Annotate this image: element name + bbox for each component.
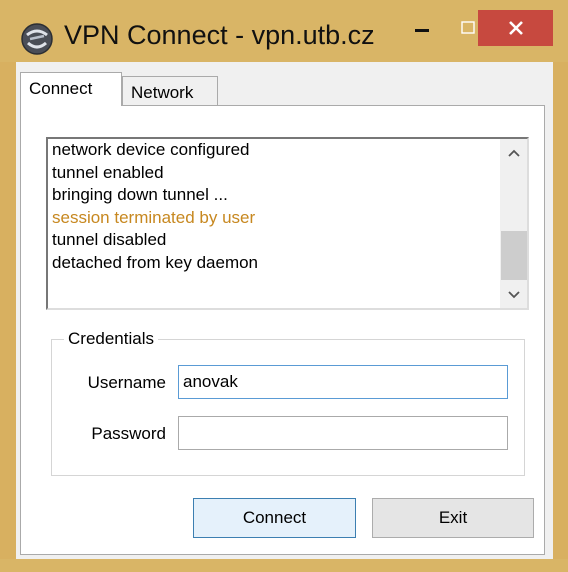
minimize-icon: [415, 29, 429, 32]
maximize-icon: [461, 21, 475, 34]
close-button[interactable]: [478, 10, 553, 46]
close-icon: [508, 21, 523, 35]
chevron-up-icon: [507, 149, 520, 157]
vpn-globe-icon: [20, 22, 54, 56]
exit-button[interactable]: Exit: [372, 498, 534, 538]
window-frame-bottom: [0, 559, 568, 572]
username-field[interactable]: [178, 365, 508, 399]
log-line-warning: session terminated by user: [52, 207, 256, 227]
scroll-down-button[interactable]: [500, 284, 527, 306]
minimize-button[interactable]: [400, 12, 444, 46]
client-area: Connect Network network device configure…: [16, 62, 553, 559]
credentials-group: [51, 339, 525, 476]
vpn-connect-window: VPN Connect - vpn.utb.cz Connect Network: [0, 0, 568, 572]
username-label: Username: [87, 373, 166, 392]
scrollbar-thumb[interactable]: [501, 231, 527, 280]
tab-connect-label: Connect: [29, 79, 93, 98]
password-field[interactable]: [178, 416, 508, 450]
tab-network-label: Network: [131, 83, 194, 102]
scroll-up-button[interactable]: [500, 142, 527, 164]
password-label: Password: [91, 424, 166, 443]
log-scrollbar[interactable]: [500, 139, 527, 308]
log-lines: network device configured tunnel enabled…: [52, 139, 497, 274]
connect-button[interactable]: Connect: [193, 498, 356, 538]
log-line: tunnel disabled: [52, 230, 167, 249]
title-bar[interactable]: VPN Connect - vpn.utb.cz: [0, 0, 568, 62]
tab-network[interactable]: Network: [122, 76, 218, 106]
log-line: network device configured: [52, 140, 250, 159]
log-line: detached from key daemon: [52, 252, 259, 272]
chevron-down-icon: [507, 291, 520, 299]
log-line: bringing down tunnel ...: [52, 185, 228, 204]
log-line: tunnel enabled: [52, 162, 164, 182]
connection-log[interactable]: network device configured tunnel enabled…: [46, 137, 529, 310]
credentials-legend: Credentials: [64, 329, 158, 349]
window-title: VPN Connect - vpn.utb.cz: [64, 20, 375, 50]
tab-connect[interactable]: Connect: [20, 72, 122, 106]
